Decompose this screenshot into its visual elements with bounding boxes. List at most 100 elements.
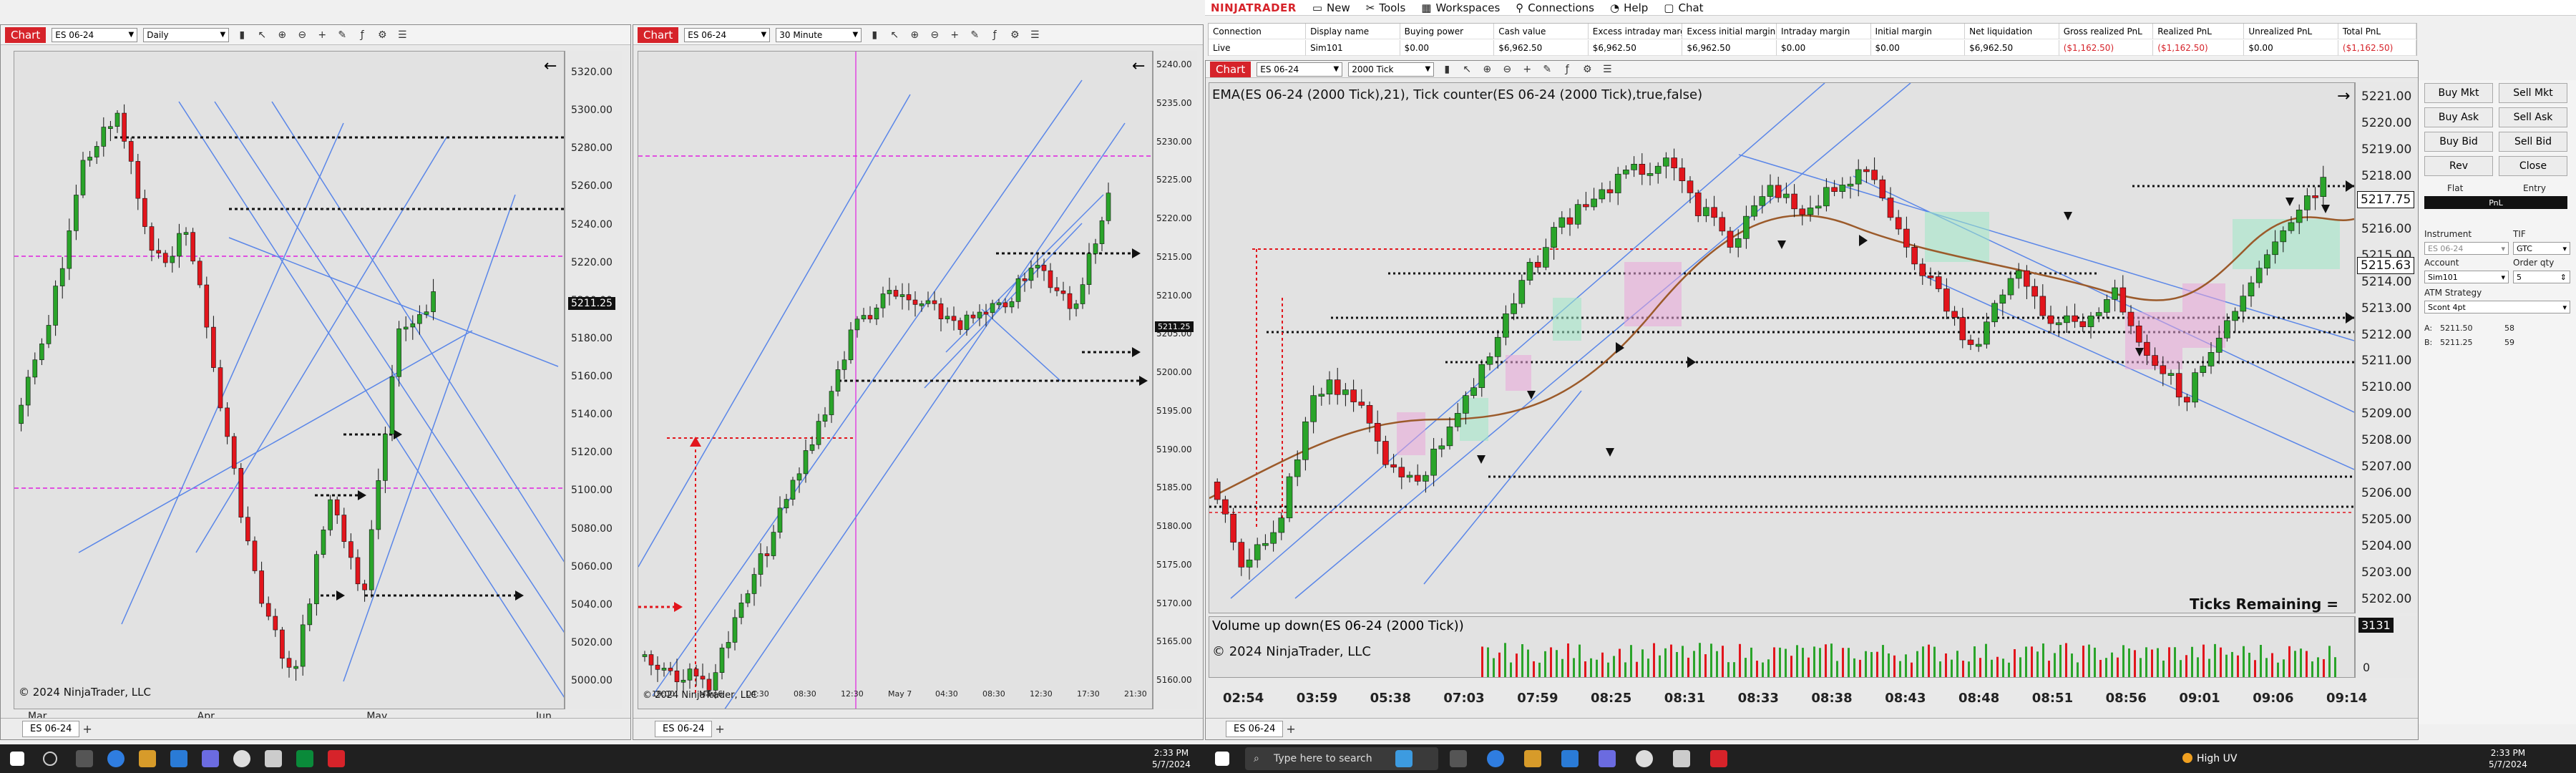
account-column-header[interactable]: Buying power: [1400, 24, 1495, 39]
instrument-selector[interactable]: ES 06-24 ▼: [1257, 62, 1343, 77]
edge-icon[interactable]: [107, 750, 125, 767]
ninjatrader-icon[interactable]: [1710, 750, 1727, 767]
windows-start-icon[interactable]: [1215, 752, 1229, 766]
drawing-tool-icon[interactable]: ✎: [335, 28, 349, 42]
weather-widget-icon[interactable]: [1395, 750, 1413, 767]
buy-bid-button[interactable]: Buy Bid: [2424, 132, 2493, 152]
file-explorer-icon[interactable]: [139, 750, 156, 767]
buy-mkt-button[interactable]: Buy Mkt: [2424, 83, 2493, 103]
menu-help[interactable]: ◔ Help: [1610, 1, 1648, 14]
app-icon[interactable]: [265, 750, 282, 767]
strategy-icon[interactable]: ⚙: [1580, 62, 1594, 77]
tif-select[interactable]: GTC ▾: [2513, 242, 2570, 255]
file-explorer-icon[interactable]: [1524, 750, 1541, 767]
tab-es-06-24[interactable]: ES 06-24: [22, 721, 80, 737]
menu-chat[interactable]: ▢ Chat: [1664, 1, 1703, 14]
crosshair-icon[interactable]: +: [1520, 62, 1534, 77]
edge-icon[interactable]: [1487, 750, 1504, 767]
arrow-right-icon[interactable]: →: [2337, 87, 2350, 105]
zoom-out-icon[interactable]: ⊖: [295, 28, 309, 42]
volume-plot[interactable]: Volume up down(ES 06-24 (2000 Tick)) © 2…: [1209, 616, 2355, 678]
properties-icon[interactable]: ☰: [1600, 62, 1614, 77]
close-button[interactable]: Close: [2499, 156, 2567, 176]
daily-price-plot[interactable]: © 2024 NinjaTrader, LLC ←: [14, 51, 565, 709]
sell-bid-button[interactable]: Sell Bid: [2499, 132, 2567, 152]
add-tab-icon[interactable]: +: [715, 722, 724, 736]
tick-price-plot[interactable]: EMA(ES 06-24 (2000 Tick),21), Tick count…: [1209, 82, 2355, 613]
store-icon[interactable]: [170, 750, 187, 767]
add-tab-icon[interactable]: +: [82, 722, 92, 736]
atm-strategy-select[interactable]: Scont 4pt ▾: [2424, 301, 2570, 313]
app-icon[interactable]: [202, 750, 219, 767]
account-column-header[interactable]: Display name: [1306, 24, 1400, 39]
tab-es-06-24[interactable]: ES 06-24: [1226, 721, 1284, 737]
zoom-out-icon[interactable]: ⊖: [1500, 62, 1514, 77]
account-select[interactable]: Sim101 ▾: [2424, 271, 2509, 283]
strategy-icon[interactable]: ⚙: [375, 28, 389, 42]
arrow-left-icon[interactable]: ←: [544, 57, 557, 75]
tab-es-06-24[interactable]: ES 06-24: [655, 721, 713, 737]
menu-connections[interactable]: ⚲ Connections: [1516, 1, 1594, 14]
crosshair-icon[interactable]: +: [947, 28, 962, 42]
zoom-in-icon[interactable]: ⊕: [1480, 62, 1494, 77]
app-icon[interactable]: [1599, 750, 1616, 767]
menu-new[interactable]: ▭ New: [1312, 1, 1350, 14]
account-column-header[interactable]: Connection: [1209, 24, 1307, 39]
search-icon[interactable]: [43, 752, 57, 766]
bar-type-icon[interactable]: ▮: [867, 28, 882, 42]
menu-workspaces[interactable]: ▦ Workspaces: [1421, 1, 1500, 14]
pointer-icon[interactable]: ↖: [1460, 62, 1474, 77]
indicator-icon[interactable]: ƒ: [1560, 62, 1574, 77]
bar-type-icon[interactable]: ▮: [1440, 62, 1454, 77]
ninjatrader-icon[interactable]: [328, 750, 345, 767]
arrow-left-icon[interactable]: ←: [1132, 57, 1145, 75]
uv-alert-icon[interactable]: [2182, 753, 2192, 763]
bar-type-icon[interactable]: ▮: [235, 28, 249, 42]
period-selector[interactable]: 2000 Tick ▼: [1348, 62, 1435, 77]
add-tab-icon[interactable]: +: [1286, 722, 1295, 736]
task-view-icon[interactable]: [1450, 750, 1467, 767]
account-column-header[interactable]: Gross realized PnL: [2059, 24, 2154, 39]
properties-icon[interactable]: ☰: [1028, 28, 1042, 42]
account-column-header[interactable]: Intraday margin: [1776, 24, 1871, 39]
order-qty-stepper[interactable]: 5 ⇕: [2513, 271, 2570, 283]
strategy-icon[interactable]: ⚙: [1008, 28, 1022, 42]
crosshair-icon[interactable]: +: [315, 28, 329, 42]
account-column-header[interactable]: Excess intraday margin: [1588, 24, 1683, 39]
account-column-header[interactable]: Realized PnL: [2153, 24, 2245, 39]
account-column-header[interactable]: Net liquidation: [1965, 24, 2059, 39]
period-selector[interactable]: Daily ▼: [143, 27, 230, 42]
indicator-icon[interactable]: ƒ: [987, 28, 1002, 42]
reverse-button[interactable]: Rev: [2424, 156, 2493, 176]
sell-mkt-button[interactable]: Sell Mkt: [2499, 83, 2567, 103]
indicator-icon[interactable]: ƒ: [355, 28, 369, 42]
zoom-out-icon[interactable]: ⊖: [927, 28, 942, 42]
task-view-icon[interactable]: [76, 750, 93, 767]
account-column-header[interactable]: Cash value: [1494, 24, 1589, 39]
accounts-data-row[interactable]: Live Sim101 $0.00 $6,962.50 $6,962.50 $6,962.…: [1209, 40, 2417, 56]
period-selector[interactable]: 30 Minute ▼: [776, 27, 862, 42]
zoom-in-icon[interactable]: ⊕: [275, 28, 289, 42]
instrument-selector[interactable]: ES 06-24 ▼: [684, 27, 771, 42]
chrome-icon[interactable]: [233, 750, 250, 767]
windows-start-icon[interactable]: [10, 752, 24, 766]
pointer-icon[interactable]: ↖: [887, 28, 902, 42]
instrument-field[interactable]: ES 06-24 ▾: [2424, 242, 2509, 255]
account-column-header[interactable]: Excess initial margin: [1682, 24, 1777, 39]
menu-tools[interactable]: ✂ Tools: [1366, 1, 1406, 14]
excel-icon[interactable]: [296, 750, 313, 767]
properties-icon[interactable]: ☰: [395, 28, 409, 42]
pointer-icon[interactable]: ↖: [255, 28, 269, 42]
account-column-header[interactable]: Unrealized PnL: [2244, 24, 2338, 39]
drawing-tool-icon[interactable]: ✎: [1540, 62, 1554, 77]
minute-price-plot[interactable]: © 2024 NinjaTrader, LLC ←: [638, 51, 1153, 709]
zoom-in-icon[interactable]: ⊕: [907, 28, 922, 42]
drawing-tool-icon[interactable]: ✎: [967, 28, 982, 42]
app-icon[interactable]: [1673, 750, 1690, 767]
sell-ask-button[interactable]: Sell Ask: [2499, 107, 2567, 127]
account-column-header[interactable]: Total PnL: [2338, 24, 2417, 39]
clock-left[interactable]: 2:33 PM 5/7/2024: [1152, 747, 1191, 770]
account-column-header[interactable]: Initial margin: [1870, 24, 1966, 39]
chrome-icon[interactable]: [1636, 750, 1653, 767]
instrument-selector[interactable]: ES 06-24 ▼: [52, 27, 138, 42]
